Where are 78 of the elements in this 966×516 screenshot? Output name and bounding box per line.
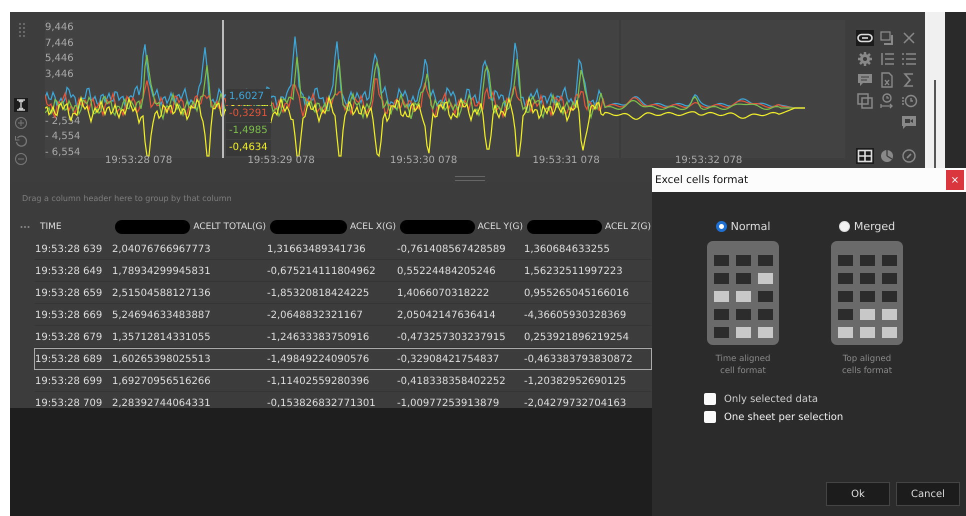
table-cell-text: 19:53:28 689 xyxy=(35,354,104,364)
y-axis-label: 7,446 xyxy=(45,38,74,50)
cursor-readout: -0,3291 xyxy=(226,106,271,122)
table-cell-text: -0,418338358402252 xyxy=(396,376,507,386)
table-cell-text: 2,05042147636414 xyxy=(396,310,497,320)
column-header[interactable]: TIME xyxy=(40,222,62,232)
dialog-title: Excel cells format xyxy=(655,174,748,186)
table-cell-text: 2,04076766967773 xyxy=(111,244,212,254)
cursor-readout: 1,6027 xyxy=(226,89,271,105)
option-checkbox[interactable]: Only selected data xyxy=(704,393,966,405)
table-cell-text: 1,69270956516266 xyxy=(111,376,212,386)
table-cell-text: 19:53:28 679 xyxy=(35,332,104,342)
column-header[interactable]: ACEL Y(G) xyxy=(478,222,523,232)
x-axis-label: 19:53:31 078 xyxy=(532,155,600,166)
y-axis-label: 9,446 xyxy=(45,22,74,34)
table-cell-text: -0,473257303237915 xyxy=(396,332,507,342)
format-radio[interactable]: Normal xyxy=(716,220,770,233)
x-axis-label: 19:53:29 078 xyxy=(248,155,315,166)
format-caption: Top aligned cells format xyxy=(840,353,894,377)
table-cell-text: -0,32908421754837 xyxy=(396,354,500,364)
table-row[interactable]: 19:53:28 649 1,78934299945831 -0,675214111804962 0,55224484205246 1,56232511997223 xyxy=(34,260,652,282)
format-caption: Time aligned cell format xyxy=(714,353,772,377)
y-axis-label: - 4,554 xyxy=(45,131,80,144)
y-axis-label: 5,446 xyxy=(45,53,74,66)
table-cell-text: 1,78934299945831 xyxy=(111,266,212,276)
table-cell-text: 19:53:28 639 xyxy=(35,244,104,254)
table-cell-text: -0,761408567428589 xyxy=(396,244,507,254)
table-row[interactable]: 19:53:28 679 1,35712814331055 -1,24633383750916 -0,473257303237915 0,253921896219254 xyxy=(34,326,652,348)
table-cell-text: 5,24694633483887 xyxy=(111,310,212,320)
table-cell-text: 19:53:28 669 xyxy=(35,310,104,320)
table-cell-text: 2,28392744064331 xyxy=(111,398,212,408)
table-cell-text: 2,51504588127136 xyxy=(111,288,212,298)
table-cell-text: 1,31663489341736 xyxy=(266,244,367,254)
column-header[interactable]: ACELT TOTAL(G) xyxy=(193,222,266,232)
table-cell-text: 1,360684633255 xyxy=(523,244,611,254)
option-checkbox[interactable]: One sheet per selection xyxy=(704,411,966,423)
x-axis-label: 19:53:30 078 xyxy=(390,155,458,166)
group-by-hint: Drag a column header here to group by that column xyxy=(21,193,233,205)
table-cell-text: 0,55224484205246 xyxy=(396,266,497,276)
cursor-readout: -0,4634 xyxy=(226,140,271,156)
table-cell-text: 19:53:28 659 xyxy=(35,288,104,298)
table-cell-text: -1,00977253913879 xyxy=(396,398,500,408)
table-cell-text: 1,60265398025513 xyxy=(111,354,212,364)
table-cell-text: -0,675214111804962 xyxy=(266,266,377,276)
table-cell-text: 1,35712814331055 xyxy=(111,332,212,342)
table-cell-text: -1,24633383750916 xyxy=(266,332,370,342)
table-cell-text: -1,49849224090576 xyxy=(266,354,370,364)
cancel-button[interactable]: Cancel xyxy=(896,482,960,506)
table-cell-text: 19:53:28 649 xyxy=(35,266,104,276)
x-axis-label: 19:53:28 078 xyxy=(105,155,172,166)
table-row[interactable]: 19:53:28 659 2,51504588127136 -1,85320818424225 1,4066070318222 0,955265045166016 xyxy=(34,282,652,304)
cursor-readout: -1,4985 xyxy=(226,123,271,139)
table-cell-text: 0,955265045166016 xyxy=(523,288,630,298)
table-row[interactable]: 19:53:28 639 2,04076766967773 1,31663489341736 -0,761408567428589 1,360684633255 xyxy=(34,238,652,260)
format-radio[interactable]: Merged xyxy=(838,220,896,233)
column-header[interactable]: ACEL X(G) xyxy=(350,222,396,232)
table-row[interactable]: 19:53:28 689 1,60265398025513 -1,49849224090576 -0,32908421754837 -0,463383793830872 xyxy=(34,348,652,370)
table-row[interactable]: 19:53:28 669 5,24694633483887 -2,0648832321167 2,05042147636414 -4,36605930328369 xyxy=(34,304,652,326)
table-cell-text: 0,253921896219254 xyxy=(523,332,630,342)
table-cell-text: -2,04279732704163 xyxy=(523,398,628,408)
y-axis-label: 3,446 xyxy=(45,68,74,81)
y-axis-label: - 6,554 xyxy=(45,146,80,159)
table-cell-text: -1,85320818424225 xyxy=(266,288,370,298)
x-axis-label: 19:53:32 078 xyxy=(675,155,742,166)
table-cell-text: 1,4066070318222 xyxy=(396,288,490,298)
table-cell-text: -4,36605930328369 xyxy=(523,310,628,320)
ok-button[interactable]: Ok xyxy=(826,482,890,506)
table-cell-text: -2,0648832321167 xyxy=(266,310,364,320)
table-row[interactable]: 19:53:28 699 1,69270956516266 -1,11402559280396 -0,418338358402252 -1,20382952690125 xyxy=(34,370,652,392)
table-cell-text: -0,153826832771301 xyxy=(266,398,377,408)
table-cell-text: -1,11402559280396 xyxy=(266,376,370,386)
table-cell-text: 1,56232511997223 xyxy=(523,266,624,276)
table-cell-text: 19:53:28 699 xyxy=(35,376,104,386)
close-button[interactable]: × xyxy=(946,170,964,190)
table-cell-text: -0,463383793830872 xyxy=(523,354,634,364)
table-cell-text: 19:53:28 709 xyxy=(35,398,104,408)
table-cell-text: -1,20382952690125 xyxy=(523,376,628,386)
column-header[interactable]: ACEL Z(G) xyxy=(604,222,651,232)
